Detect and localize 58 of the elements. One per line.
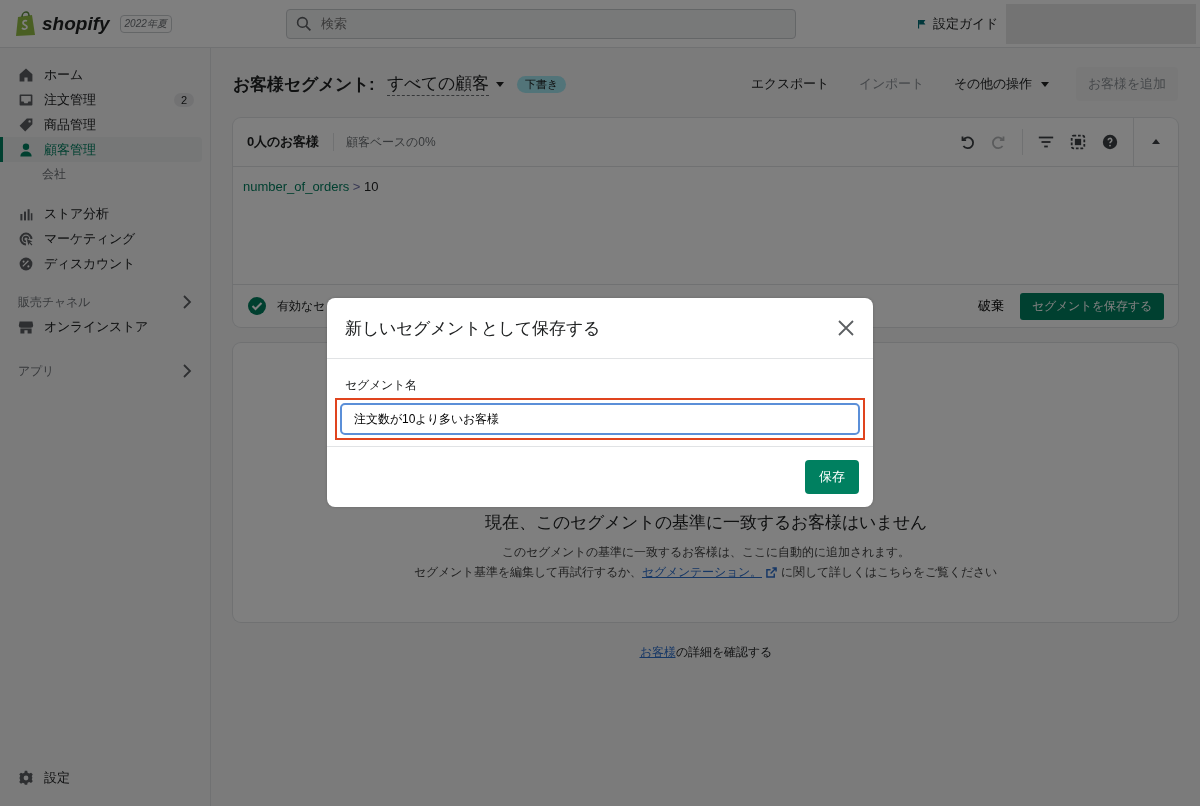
customer-share: 顧客ベースの0% bbox=[346, 133, 436, 151]
store-icon bbox=[18, 318, 34, 335]
segment-name-field[interactable]: 注文数が10より多いお客様 bbox=[340, 403, 860, 435]
sidebar-item[interactable]: 商品管理 bbox=[0, 112, 202, 137]
sidebar-item[interactable]: 顧客管理 bbox=[0, 137, 202, 162]
empty-state-text: このセグメントの基準に一致するお客様は、ここに自動的に追加されます。 bbox=[501, 544, 910, 561]
caret-icon[interactable] bbox=[494, 80, 505, 88]
check-circle-icon bbox=[247, 296, 267, 316]
customers-link[interactable]: お客様 bbox=[639, 645, 676, 659]
sidebar-item[interactable]: マーケティング bbox=[0, 226, 202, 251]
search-icon bbox=[296, 15, 312, 32]
sidebar-item[interactable]: ホーム bbox=[0, 62, 202, 87]
sidebar-item[interactable]: オンラインストア bbox=[0, 314, 202, 339]
status-badge: 下書き bbox=[516, 75, 566, 93]
page-title: お客様セグメント: bbox=[233, 73, 375, 96]
sidebar-item[interactable]: 注文管理 2 bbox=[0, 87, 202, 112]
tag-icon bbox=[18, 116, 34, 133]
target-icon bbox=[18, 230, 34, 247]
discard-button[interactable]: 破棄 bbox=[972, 296, 1010, 316]
person-icon bbox=[18, 141, 34, 158]
logo-text: shopify bbox=[42, 12, 110, 35]
external-link-icon bbox=[766, 566, 777, 578]
settings-icon bbox=[18, 769, 34, 786]
help-icon[interactable] bbox=[1101, 133, 1119, 151]
home-icon bbox=[18, 66, 34, 83]
footer-text: お客様の詳細を確認する bbox=[638, 644, 773, 661]
shopify-bag-icon bbox=[14, 10, 38, 37]
save-segment-button[interactable]: セグメントを保存する bbox=[1020, 292, 1164, 320]
sidebar-item[interactable]: ストア分析 bbox=[0, 201, 202, 226]
validation-text: 有効なセ bbox=[277, 297, 325, 315]
dialog-title: 新しいセグメントとして保存する bbox=[345, 317, 600, 340]
empty-state-text: セグメント基準を編集して再試行するか、セグメンテーション。 に関して詳しくはこちらをご覧ください bbox=[414, 562, 997, 582]
search-field[interactable]: 検索 bbox=[286, 8, 796, 39]
chevron-right-icon[interactable] bbox=[182, 295, 192, 309]
sidebar-item[interactable]: ディスカウント bbox=[0, 251, 202, 276]
save-button[interactable]: 保存 bbox=[805, 460, 859, 494]
settings-item[interactable]: 設定 bbox=[0, 765, 202, 790]
close-icon[interactable] bbox=[837, 319, 855, 337]
sidebar-subitem[interactable]: 会社 bbox=[0, 162, 202, 187]
segment-selector[interactable]: すべての顧客 bbox=[386, 72, 489, 96]
menu-button[interactable]: その他の操作 bbox=[942, 69, 1062, 99]
inbox-icon bbox=[18, 91, 34, 108]
empty-state-heading: 現在、このセグメントの基準に一致するお客様はいません bbox=[484, 512, 927, 534]
select-icon[interactable] bbox=[1069, 133, 1087, 151]
customer-count: 0人のお客様 bbox=[247, 133, 335, 151]
query-editor[interactable]: number_of_orders > 10 bbox=[233, 167, 1178, 284]
discount-icon bbox=[18, 255, 34, 272]
collapse-icon[interactable] bbox=[1151, 138, 1161, 146]
count-badge: 2 bbox=[173, 92, 194, 107]
action-button[interactable]: エクスポート bbox=[739, 69, 841, 99]
edition-badge: 2022年夏 bbox=[119, 14, 172, 33]
segmentation-link[interactable]: セグメンテーション。 bbox=[642, 562, 762, 582]
section-heading: アプリ bbox=[18, 362, 54, 380]
caret-icon bbox=[1040, 80, 1050, 88]
field-label: セグメント名 bbox=[344, 377, 418, 394]
chevron-right-icon[interactable] bbox=[182, 364, 192, 378]
section-heading: 販売チャネル bbox=[18, 293, 90, 311]
setup-guide-link[interactable]: 設定ガイド bbox=[918, 14, 998, 33]
